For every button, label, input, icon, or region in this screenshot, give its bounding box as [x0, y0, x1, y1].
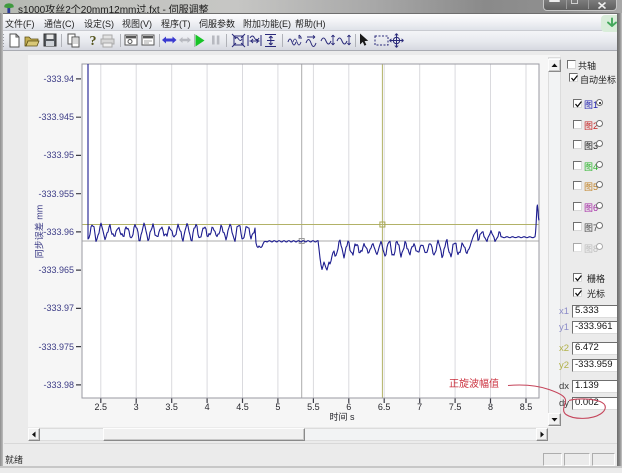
svg-text:?: ? — [90, 34, 97, 49]
